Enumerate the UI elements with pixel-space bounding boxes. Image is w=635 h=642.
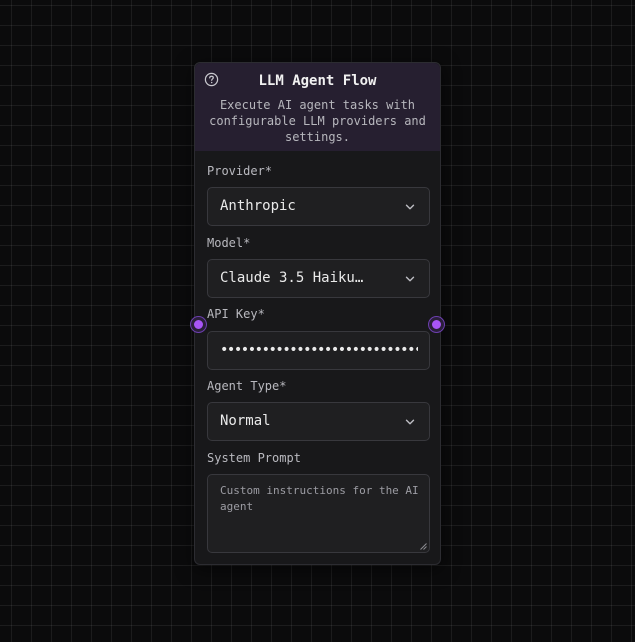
node-header: LLM Agent Flow Execute AI agent tasks wi… [195, 63, 440, 151]
system-prompt-label: System Prompt [207, 451, 301, 465]
output-connection-handle[interactable] [429, 317, 444, 332]
agent-type-select[interactable]: Normal [207, 402, 430, 441]
provider-value: Anthropic [220, 198, 296, 214]
model-label: Model* [207, 236, 251, 250]
agent-type-value: Normal [220, 413, 271, 429]
chevron-down-icon [405, 276, 415, 282]
llm-agent-flow-node[interactable]: LLM Agent Flow Execute AI agent tasks wi… [194, 62, 441, 565]
provider-select[interactable]: Anthropic [207, 187, 430, 226]
node-description: Execute AI agent tasks with configurable… [209, 98, 426, 144]
agent-type-label: Agent Type* [207, 379, 287, 393]
api-key-label: API Key* [207, 307, 265, 321]
node-title: LLM Agent Flow [258, 73, 377, 89]
model-select[interactable]: Claude 3.5 Haiku… [207, 259, 430, 298]
system-prompt-textarea[interactable]: Custom instructions for the AI agent [207, 474, 430, 553]
input-connection-handle[interactable] [191, 317, 206, 332]
resize-grip-icon[interactable] [419, 542, 427, 550]
api-key-value: •••••••••••••••••••••••••••••••••••• [220, 342, 418, 358]
chevron-down-icon [405, 419, 415, 425]
provider-label: Provider* [207, 164, 273, 178]
api-key-input[interactable]: •••••••••••••••••••••••••••••••••••• [207, 331, 430, 370]
system-prompt-placeholder: Custom instructions for the AI agent [220, 484, 419, 513]
chevron-down-icon [405, 204, 415, 210]
model-value: Claude 3.5 Haiku… [220, 270, 364, 286]
